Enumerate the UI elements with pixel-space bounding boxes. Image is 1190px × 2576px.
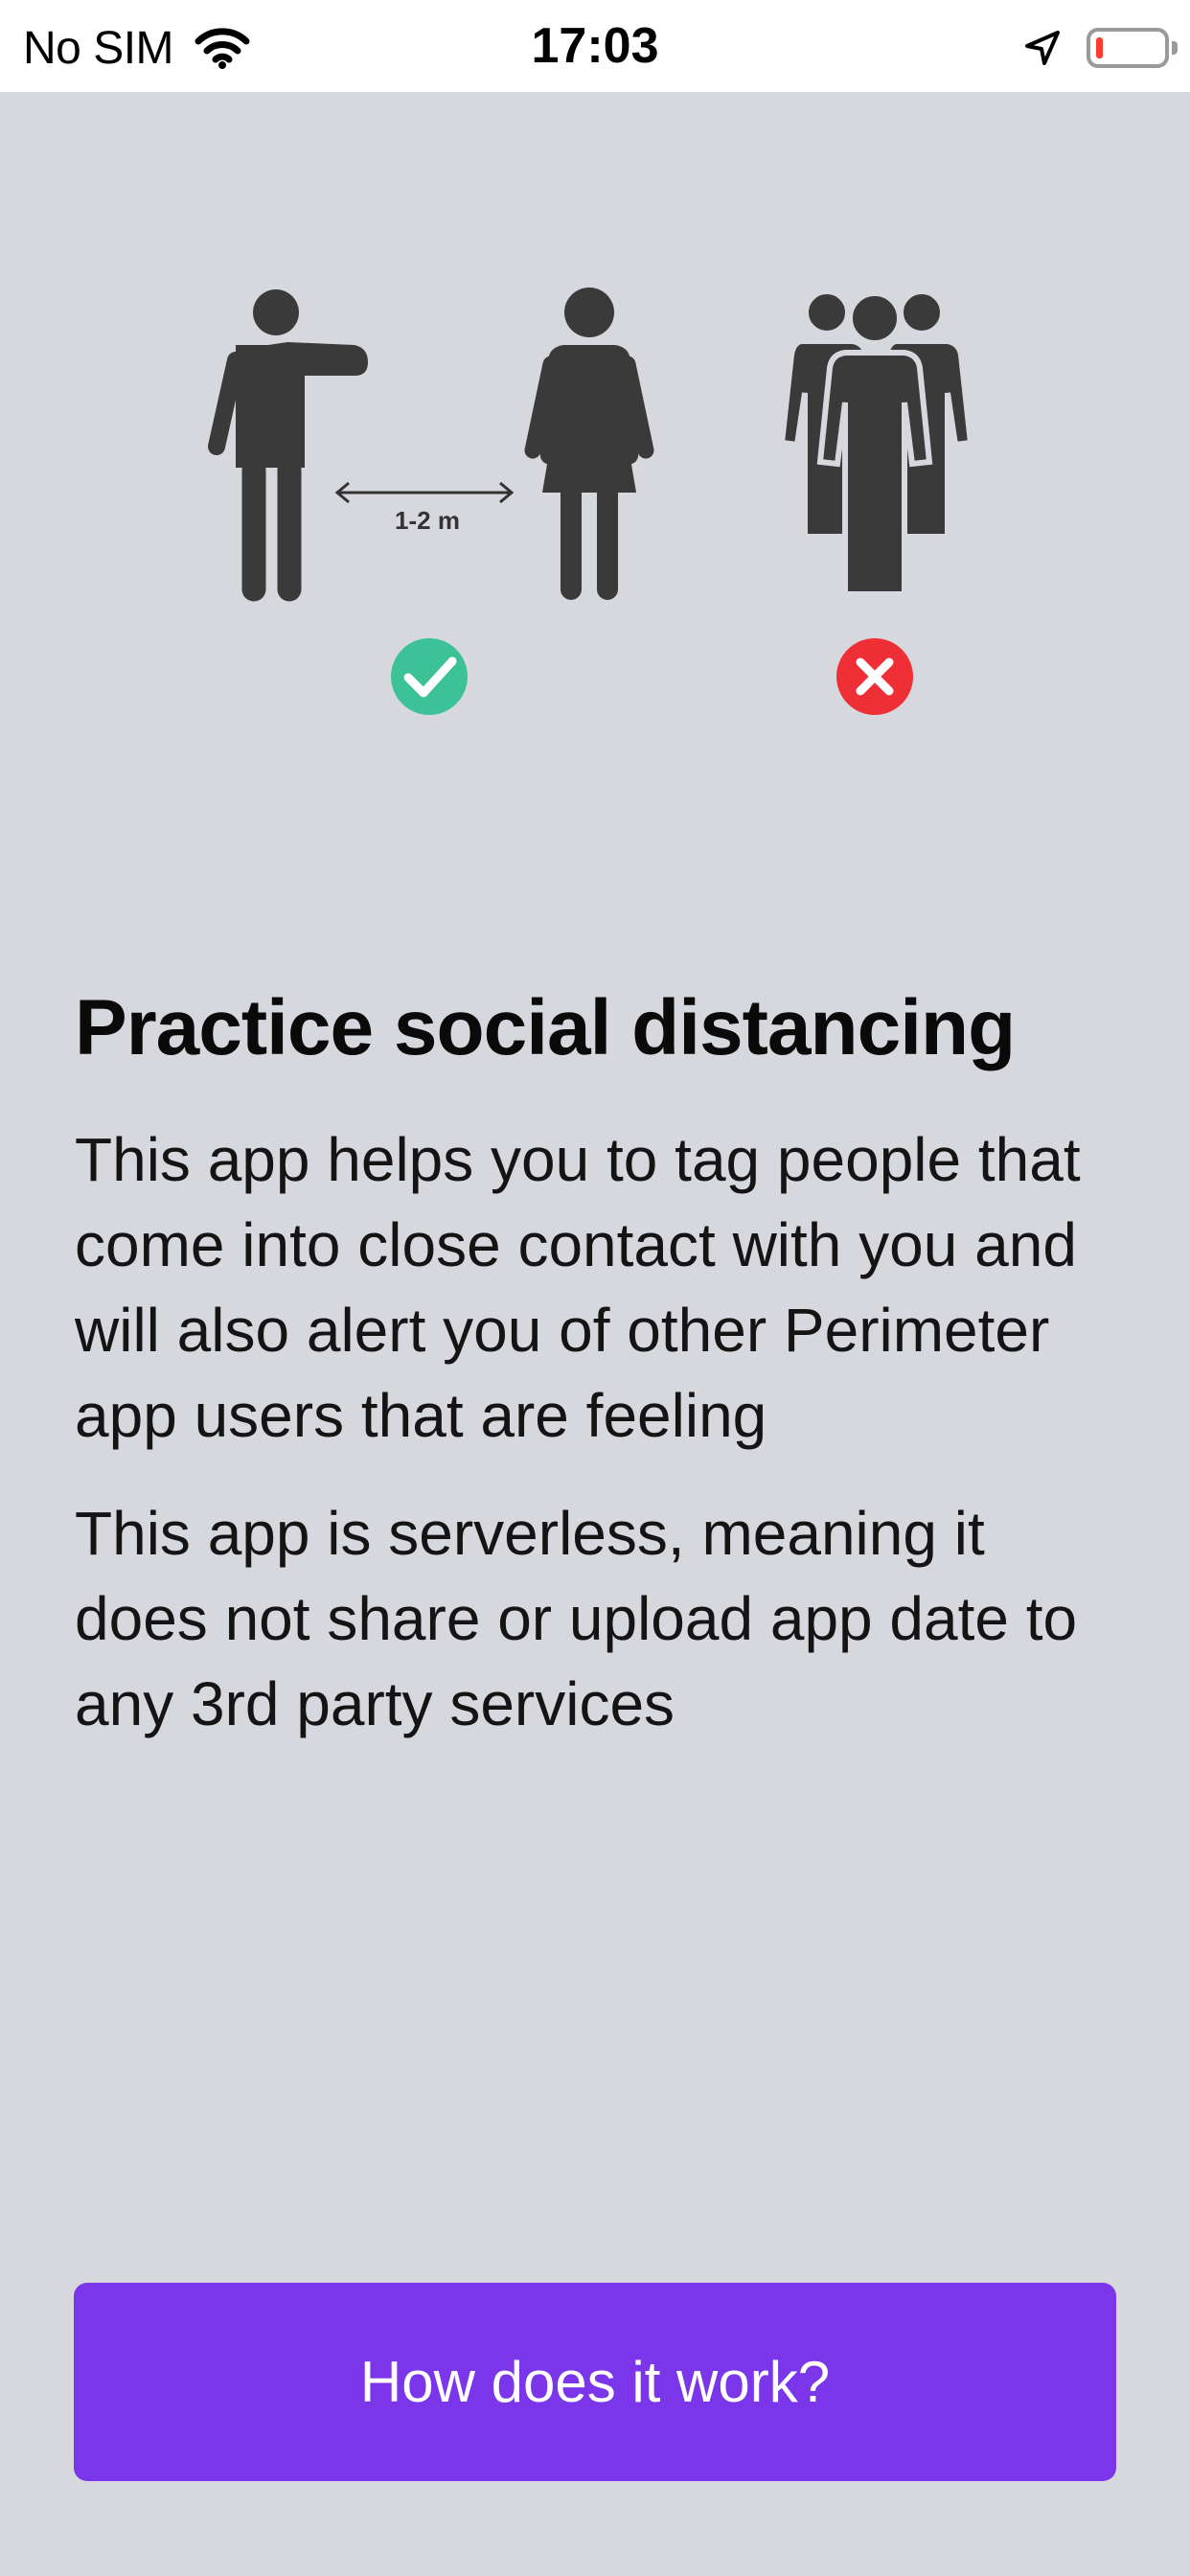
description-paragraph-1: This app helps you to tag people that co…: [75, 1125, 1081, 1450]
page-title: Practice social distancing: [75, 984, 1016, 1071]
status-time: 17:03: [531, 18, 659, 74]
battery-icon: [1087, 28, 1178, 68]
status-right: [1023, 19, 1178, 77]
distance-arrow: [334, 481, 515, 504]
woman-figure: [524, 288, 654, 600]
description-paragraph-2: This app is serverless, meaning it does …: [75, 1499, 1078, 1738]
battery-cap: [1172, 41, 1178, 55]
check-circle-icon: [391, 638, 468, 715]
battery-level-fill: [1096, 37, 1103, 58]
crowd-figures: [778, 288, 974, 597]
location-arrow-icon: [1025, 31, 1060, 65]
status-bar: No SIM 17:03: [0, 0, 1190, 92]
how-does-it-work-button[interactable]: How does it work?: [74, 2283, 1116, 2481]
social-distancing-illustration: 1-2 m: [208, 288, 974, 715]
man-pointing-figure: [208, 289, 368, 602]
distance-label: 1-2 m: [395, 506, 460, 535]
x-circle-icon: [836, 638, 913, 715]
